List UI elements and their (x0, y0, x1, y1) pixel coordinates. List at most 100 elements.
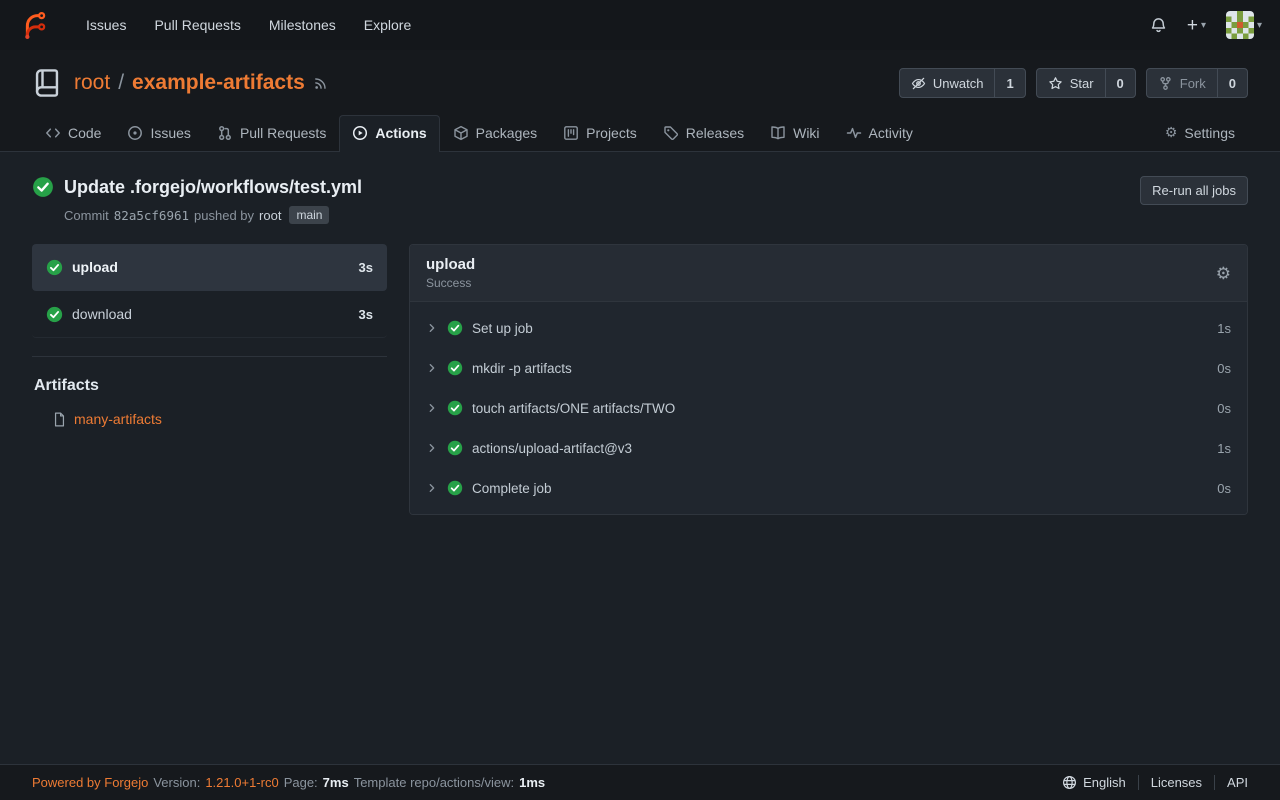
star-icon (1048, 76, 1063, 91)
run-success-icon (32, 176, 54, 198)
repo-owner-link[interactable]: root (74, 71, 110, 95)
commit-prefix: Commit (64, 208, 109, 223)
tab-releases[interactable]: Releases (650, 115, 757, 151)
step-row-setup[interactable]: Set up job 1s (410, 308, 1247, 348)
step-row-touch[interactable]: touch artifacts/ONE artifacts/TWO 0s (410, 388, 1247, 428)
footer-left: Powered by Forgejo Version: 1.21.0+1-rc0… (32, 775, 545, 790)
step-row-upload-artifact[interactable]: actions/upload-artifact@v3 1s (410, 428, 1247, 468)
stars-count[interactable]: 0 (1105, 69, 1124, 97)
tab-code[interactable]: Code (32, 115, 114, 151)
success-check-icon (447, 480, 463, 496)
tab-label: Code (68, 125, 101, 141)
gear-icon[interactable]: ⚙ (1216, 265, 1231, 282)
branch-badge[interactable]: main (289, 206, 329, 224)
success-check-icon (447, 440, 463, 456)
tab-pull-requests[interactable]: Pull Requests (204, 115, 339, 151)
tab-settings[interactable]: ⚙ Settings (1152, 114, 1248, 151)
step-row-mkdir[interactable]: mkdir -p artifacts 0s (410, 348, 1247, 388)
powered-by-link[interactable]: Powered by Forgejo (32, 775, 148, 790)
repo-name-link[interactable]: example-artifacts (132, 71, 305, 95)
star-button[interactable]: Star 0 (1036, 68, 1136, 98)
package-icon (453, 125, 469, 141)
licenses-link[interactable]: Licenses (1138, 775, 1214, 790)
tab-wiki[interactable]: Wiki (757, 115, 832, 151)
step-label: Set up job (472, 321, 533, 336)
tab-label: Releases (686, 125, 744, 141)
user-menu-button[interactable]: ▾ (1226, 11, 1262, 39)
chevron-right-icon (426, 402, 438, 414)
nav-item-issues[interactable]: Issues (74, 9, 138, 41)
issue-icon (127, 125, 143, 141)
artifact-item: many-artifacts (52, 411, 387, 427)
create-new-button[interactable]: + ▾ (1187, 16, 1206, 35)
chevron-right-icon (426, 362, 438, 374)
step-label: Complete job (472, 481, 552, 496)
run-body: upload 3s download 3s Artifacts (32, 244, 1248, 515)
tab-label: Projects (586, 125, 637, 141)
unwatch-button[interactable]: Unwatch 1 (899, 68, 1026, 98)
repo-tabbar: Code Issues Pull Requests Actions (0, 114, 1280, 152)
tab-label: Issues (150, 125, 190, 141)
top-region: Issues Pull Requests Milestones Explore … (0, 0, 1280, 152)
unwatch-label: Unwatch (933, 76, 984, 91)
fork-label: Fork (1180, 76, 1206, 91)
step-label: actions/upload-artifact@v3 (472, 441, 632, 456)
version-link[interactable]: 1.21.0+1-rc0 (205, 775, 278, 790)
forks-count[interactable]: 0 (1217, 69, 1236, 97)
step-duration: 0s (1217, 361, 1231, 376)
step-label: touch artifacts/ONE artifacts/TWO (472, 401, 675, 416)
job-card-header: upload Success ⚙ (410, 245, 1247, 302)
main-content: Update .forgejo/workflows/test.yml Commi… (0, 152, 1280, 800)
success-check-icon (447, 400, 463, 416)
language-label: English (1083, 775, 1126, 790)
commit-author-link[interactable]: root (259, 208, 281, 223)
chevron-right-icon (426, 322, 438, 334)
chevron-right-icon (426, 442, 438, 454)
repo-icon (32, 68, 62, 98)
success-check-icon (447, 320, 463, 336)
page-time-label: Page: (284, 775, 318, 790)
job-detail-status: Success (426, 276, 475, 290)
nav-item-explore[interactable]: Explore (352, 9, 423, 41)
tab-actions[interactable]: Actions (339, 115, 439, 152)
template-time-label: Template repo/actions/view: (354, 775, 514, 790)
code-icon (45, 125, 61, 141)
tab-packages[interactable]: Packages (440, 115, 550, 151)
run-title: Update .forgejo/workflows/test.yml (64, 177, 362, 198)
forgejo-logo[interactable] (18, 10, 48, 40)
tab-label: Activity (869, 125, 913, 141)
language-selector[interactable]: English (1050, 775, 1138, 790)
artifact-download-link[interactable]: many-artifacts (74, 411, 162, 427)
step-row-complete[interactable]: Complete job 0s (410, 468, 1247, 508)
commit-sha-link[interactable]: 82a5cf6961 (114, 208, 189, 223)
tab-activity[interactable]: Activity (833, 115, 926, 151)
fork-button[interactable]: Fork 0 (1146, 68, 1248, 98)
repo-header: root / example-artifacts (0, 50, 1280, 110)
chevron-down-icon: ▾ (1257, 20, 1262, 31)
tab-issues[interactable]: Issues (114, 115, 203, 151)
tab-label: Pull Requests (240, 125, 326, 141)
file-icon (52, 412, 67, 427)
navbar-right: + ▾ (1150, 11, 1262, 39)
api-link[interactable]: API (1214, 775, 1248, 790)
gear-icon: ⚙ (1165, 124, 1178, 141)
watchers-count[interactable]: 1 (994, 69, 1013, 97)
rss-icon[interactable] (313, 76, 328, 91)
step-duration: 1s (1217, 441, 1231, 456)
eye-slash-icon (911, 76, 926, 91)
globe-icon (1062, 775, 1077, 790)
tab-label: Packages (476, 125, 537, 141)
chevron-down-icon: ▾ (1201, 20, 1206, 31)
project-board-icon (563, 125, 579, 141)
rerun-all-jobs-button[interactable]: Re-run all jobs (1140, 176, 1248, 205)
job-duration: 3s (359, 260, 373, 275)
job-row-download[interactable]: download 3s (32, 291, 387, 338)
repo-actions: Unwatch 1 Star 0 (899, 68, 1248, 98)
job-row-upload[interactable]: upload 3s (32, 244, 387, 291)
notifications-button[interactable] (1150, 17, 1167, 34)
plus-icon: + (1187, 16, 1198, 35)
nav-item-milestones[interactable]: Milestones (257, 9, 348, 41)
nav-item-pull-requests[interactable]: Pull Requests (142, 9, 252, 41)
tab-projects[interactable]: Projects (550, 115, 650, 151)
divider (32, 356, 387, 357)
